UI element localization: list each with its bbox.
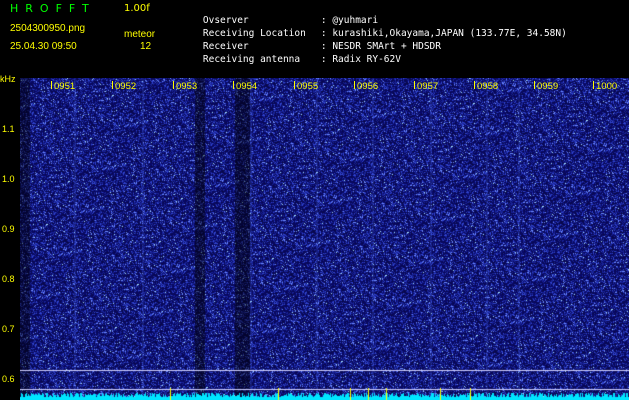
time-label: 1000	[596, 81, 618, 92]
time-tick	[51, 81, 52, 89]
time-label: 0952	[115, 81, 137, 92]
time-tick	[112, 81, 113, 89]
spectrogram-waterfall	[20, 78, 629, 400]
info-value: : Radix RY-62V	[320, 54, 401, 65]
time-label: 0951	[54, 81, 76, 92]
info-header: HROFFT 1.00f 2504300950.png meteor 25.04…	[0, 0, 629, 75]
y-tick-label: 0.8	[2, 274, 15, 284]
time-label: 0956	[357, 81, 379, 92]
mode-label: meteor	[124, 29, 156, 40]
time-tick	[474, 81, 475, 89]
app-version: 1.00f	[124, 3, 150, 14]
time-label: 0958	[477, 81, 499, 92]
time-tick	[233, 81, 234, 89]
time-tick	[354, 81, 355, 89]
y-tick-label: 0.9	[2, 224, 15, 234]
y-tick-label: 1.0	[2, 174, 15, 184]
time-label: 0954	[236, 81, 258, 92]
time-label: 0959	[537, 81, 559, 92]
time-tick	[593, 81, 594, 89]
time-label: 0953	[176, 81, 198, 92]
info-row-antenna: Receiving antenna : Radix RY-62V	[180, 42, 401, 78]
timestamp: 25.04.30 09:50	[10, 41, 77, 52]
time-tick	[414, 81, 415, 89]
time-label: 0955	[297, 81, 319, 92]
y-tick-label: 0.7	[2, 324, 15, 334]
y-tick-label: 1.1	[2, 124, 15, 134]
time-tick	[294, 81, 295, 89]
frequency-unit-label: kHz	[0, 74, 16, 84]
time-tick	[534, 81, 535, 89]
file-name: 2504300950.png	[10, 23, 86, 34]
app-title: HROFFT	[10, 2, 96, 15]
y-tick-label: 0.6	[2, 374, 15, 384]
detection-count: 12	[140, 41, 152, 52]
time-label: 0957	[417, 81, 439, 92]
info-label: Receiving antenna	[202, 54, 301, 65]
time-tick	[173, 81, 174, 89]
